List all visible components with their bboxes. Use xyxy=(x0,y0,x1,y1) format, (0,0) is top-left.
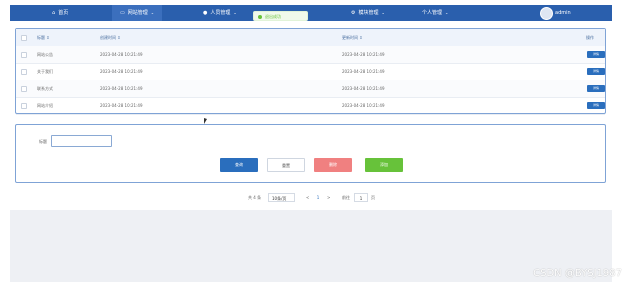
detail-button[interactable]: 详情 xyxy=(587,51,605,58)
cell-title: 网站介绍 xyxy=(37,103,53,108)
goto-suffix: 页 xyxy=(371,195,375,200)
row-checkbox[interactable] xyxy=(21,103,27,109)
home-icon: ⌂ xyxy=(52,10,56,16)
header-action: 操作 xyxy=(586,35,594,40)
cell-title: 网站公告 xyxy=(37,52,53,57)
nav-module-management[interactable]: ⚙ 模块管理 ⌄ xyxy=(351,5,385,21)
pagination-total: 共 4 条 xyxy=(248,195,262,200)
cell-title: 关于我们 xyxy=(37,69,53,74)
table-row[interactable]: 关于我们 2023-04-28 10:21:49 2023-04-28 10:21:… xyxy=(16,63,605,81)
cell-updated: 2023-04-28 10:21:49 xyxy=(342,52,385,57)
add-button[interactable]: 添加 xyxy=(365,158,403,172)
cell-updated: 2023-04-28 10:21:49 xyxy=(342,103,385,108)
nav-personal-label: 个人管理 xyxy=(422,10,443,16)
admin-username[interactable]: admin xyxy=(555,5,571,21)
delete-button[interactable]: 删除 xyxy=(314,158,352,172)
check-circle-icon xyxy=(258,15,262,19)
chevron-down-icon: ⌄ xyxy=(445,10,449,15)
monitor-icon: ▭ xyxy=(120,10,125,16)
cell-created: 2023-04-28 10:21:49 xyxy=(100,52,143,57)
cell-title: 联系方式 xyxy=(37,86,53,91)
header-title[interactable]: 标题 ⇕ xyxy=(37,29,50,46)
next-page-button[interactable]: > xyxy=(327,193,330,203)
nav-home[interactable]: ⌂ 首页 xyxy=(52,5,68,21)
header-updated-time[interactable]: 更新时间 ⇕ xyxy=(342,29,363,46)
table-row[interactable]: 联系方式 2023-04-28 10:21:49 2023-04-28 10:21:… xyxy=(16,80,605,98)
title-search-input[interactable] xyxy=(51,135,112,147)
success-toast: 退出成功 xyxy=(253,11,308,21)
watermark: CSDN @BYSJ1987 xyxy=(533,268,622,279)
top-nav: ⌂ 首页 ▭ 网站管理 ⌄ ● 人员管理 ⌄ ⚙ 模块管理 ⌄ 个人管理 ⌄ admin xyxy=(10,5,612,21)
prev-page-button[interactable]: < xyxy=(306,193,309,203)
cell-updated: 2023-04-28 10:21:49 xyxy=(342,86,385,91)
row-checkbox[interactable] xyxy=(21,86,27,92)
query-button[interactable]: 查询 xyxy=(220,158,258,172)
chevron-down-icon: ⌄ xyxy=(381,10,385,15)
chevron-down-icon: ⌄ xyxy=(150,10,155,15)
detail-button[interactable]: 详情 xyxy=(587,85,605,92)
row-checkbox[interactable] xyxy=(21,52,27,58)
title-field-label: 标题 xyxy=(39,139,47,144)
page-size-select[interactable]: 10条/页 xyxy=(268,193,295,202)
user-icon: ● xyxy=(203,10,208,16)
mouse-cursor xyxy=(204,118,207,124)
nav-module-label: 模块管理 xyxy=(358,10,379,16)
nav-user-management[interactable]: ● 人员管理 ⌄ xyxy=(203,5,237,21)
data-table: 标题 ⇕ 创建时间 ⇕ 更新时间 ⇕ 操作 网站公告 2023-04-28 10:… xyxy=(15,28,606,115)
reset-button[interactable]: 重置 xyxy=(267,158,305,172)
detail-button[interactable]: 详情 xyxy=(587,102,605,109)
cell-updated: 2023-04-28 10:21:49 xyxy=(342,69,385,74)
nav-user-label: 人员管理 xyxy=(210,10,231,16)
gear-icon: ⚙ xyxy=(351,10,356,16)
avatar[interactable] xyxy=(540,7,553,20)
table-row[interactable]: 网站公告 2023-04-28 10:21:49 2023-04-28 10:21:… xyxy=(16,46,605,64)
current-page[interactable]: 1 xyxy=(314,193,322,202)
page-footer-area xyxy=(10,210,612,282)
toast-message: 退出成功 xyxy=(265,14,281,19)
nav-home-label: 首页 xyxy=(58,10,69,16)
cell-created: 2023-04-28 10:21:49 xyxy=(100,69,143,74)
header-created-time[interactable]: 创建时间 ⇕ xyxy=(100,29,121,46)
detail-button[interactable]: 详情 xyxy=(587,68,605,75)
table-row[interactable]: 网站介绍 2023-04-28 10:21:49 2023-04-28 10:21:… xyxy=(16,97,605,115)
search-panel: 标题 查询 重置 删除 添加 xyxy=(15,124,606,183)
nav-personal-management[interactable]: 个人管理 ⌄ xyxy=(422,5,448,21)
row-checkbox[interactable] xyxy=(21,69,27,75)
goto-page-input[interactable]: 1 xyxy=(354,193,368,202)
select-all-checkbox[interactable] xyxy=(21,35,27,41)
nav-site-management[interactable]: ▭ 网站管理 ⌄ xyxy=(112,5,163,21)
goto-label: 前往 xyxy=(342,195,350,200)
cell-created: 2023-04-28 10:21:49 xyxy=(100,86,143,91)
nav-site-label: 网站管理 xyxy=(127,10,148,16)
chevron-down-icon: ⌄ xyxy=(233,10,237,15)
cell-created: 2023-04-28 10:21:49 xyxy=(100,103,143,108)
table-header: 标题 ⇕ 创建时间 ⇕ 更新时间 ⇕ 操作 xyxy=(16,29,605,47)
